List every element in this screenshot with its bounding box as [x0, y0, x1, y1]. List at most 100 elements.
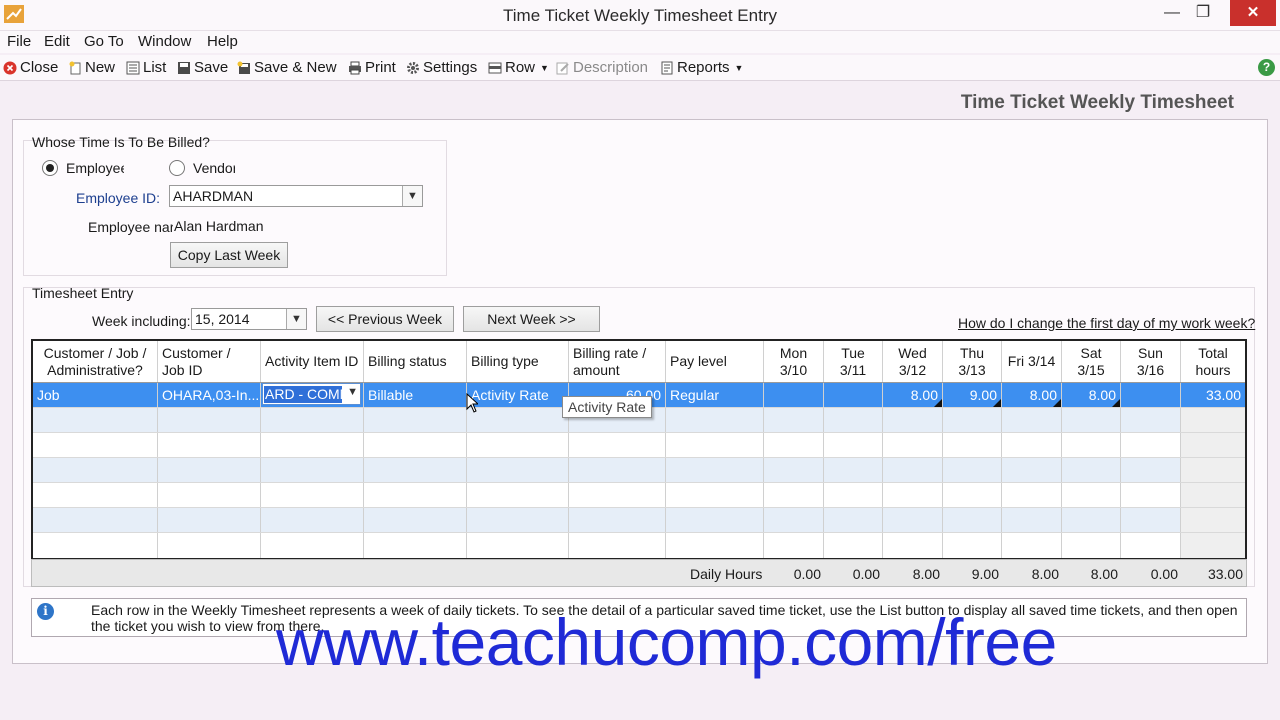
- col-header-thu[interactable]: Thu 3/13: [943, 341, 1002, 382]
- col-header-billing-type[interactable]: Billing type: [467, 341, 569, 382]
- table-row[interactable]: [33, 533, 1245, 558]
- menu-window[interactable]: Window: [138, 33, 191, 50]
- empty-cell[interactable]: [666, 533, 764, 558]
- empty-cell[interactable]: [1121, 483, 1181, 507]
- cell-billing-type[interactable]: Activity Rate: [467, 383, 569, 407]
- cell-pay-level[interactable]: Regular: [666, 383, 764, 407]
- col-header-pay-level[interactable]: Pay level: [666, 341, 764, 382]
- empty-cell[interactable]: [1121, 433, 1181, 457]
- empty-cell[interactable]: [824, 483, 883, 507]
- empty-cell[interactable]: [1002, 408, 1062, 432]
- first-day-help-link[interactable]: How do I change the first day of my work…: [958, 315, 1255, 331]
- table-row[interactable]: [33, 483, 1245, 508]
- col-header-activity-item-id[interactable]: Activity Item ID: [261, 341, 364, 382]
- empty-cell[interactable]: [1002, 508, 1062, 532]
- empty-cell[interactable]: [943, 433, 1002, 457]
- empty-cell[interactable]: [824, 458, 883, 482]
- cell-sun[interactable]: [1121, 383, 1181, 407]
- close-window-button[interactable]: ✕: [1230, 0, 1276, 26]
- empty-cell[interactable]: [1002, 533, 1062, 558]
- empty-cell[interactable]: [569, 533, 666, 558]
- empty-cell[interactable]: [158, 458, 261, 482]
- empty-cell[interactable]: [883, 408, 943, 432]
- empty-cell[interactable]: [364, 483, 467, 507]
- empty-cell[interactable]: [364, 533, 467, 558]
- cell-thu[interactable]: 9.00: [943, 383, 1002, 407]
- empty-cell[interactable]: [467, 458, 569, 482]
- empty-cell[interactable]: [467, 533, 569, 558]
- empty-cell[interactable]: [1121, 458, 1181, 482]
- empty-cell[interactable]: [158, 508, 261, 532]
- empty-cell[interactable]: [943, 483, 1002, 507]
- table-row[interactable]: [33, 508, 1245, 533]
- empty-cell[interactable]: [261, 508, 364, 532]
- table-row[interactable]: [33, 433, 1245, 458]
- menu-file[interactable]: File: [7, 33, 31, 50]
- col-header-mon[interactable]: Mon 3/10: [764, 341, 824, 382]
- empty-cell[interactable]: [33, 433, 158, 457]
- empty-cell[interactable]: [261, 408, 364, 432]
- empty-cell[interactable]: [666, 483, 764, 507]
- chevron-down-icon[interactable]: ▼: [347, 386, 358, 398]
- menu-help[interactable]: Help: [207, 33, 238, 50]
- empty-cell[interactable]: [943, 408, 1002, 432]
- empty-cell[interactable]: [666, 508, 764, 532]
- empty-cell[interactable]: [467, 483, 569, 507]
- empty-cell[interactable]: [764, 433, 824, 457]
- empty-cell[interactable]: [33, 483, 158, 507]
- empty-cell[interactable]: [824, 508, 883, 532]
- cell-job-id[interactable]: OHARA,03-In...: [158, 383, 261, 407]
- col-header-total-hours[interactable]: Total hours: [1181, 341, 1245, 382]
- col-header-sat[interactable]: Sat 3/15: [1062, 341, 1121, 382]
- empty-cell[interactable]: [364, 408, 467, 432]
- empty-cell[interactable]: [764, 533, 824, 558]
- list-button[interactable]: List: [126, 59, 166, 76]
- empty-cell[interactable]: [1121, 408, 1181, 432]
- empty-cell[interactable]: [1121, 533, 1181, 558]
- empty-cell[interactable]: [883, 458, 943, 482]
- activity-item-value[interactable]: ARD - COMM: [264, 386, 342, 403]
- print-button[interactable]: Print: [348, 59, 396, 76]
- table-row[interactable]: [33, 458, 1245, 483]
- empty-cell[interactable]: [569, 508, 666, 532]
- empty-cell[interactable]: [824, 408, 883, 432]
- empty-cell[interactable]: [666, 408, 764, 432]
- empty-cell[interactable]: [1002, 458, 1062, 482]
- employee-id-combo[interactable]: AHARDMAN ▼: [169, 185, 423, 207]
- empty-cell[interactable]: [1002, 483, 1062, 507]
- empty-cell[interactable]: [33, 508, 158, 532]
- description-button[interactable]: Description: [556, 59, 648, 76]
- empty-cell[interactable]: [261, 533, 364, 558]
- empty-cell[interactable]: [569, 483, 666, 507]
- cell-sat[interactable]: 8.00: [1062, 383, 1121, 407]
- empty-cell[interactable]: [364, 508, 467, 532]
- chevron-down-icon[interactable]: ▼: [402, 186, 422, 206]
- empty-cell[interactable]: [824, 533, 883, 558]
- empty-cell[interactable]: [158, 533, 261, 558]
- cell-fri[interactable]: 8.00: [1002, 383, 1062, 407]
- empty-cell[interactable]: [883, 508, 943, 532]
- empty-cell[interactable]: [261, 433, 364, 457]
- next-week-button[interactable]: Next Week >>: [463, 306, 600, 332]
- col-header-customer-job-admin[interactable]: Customer / Job / Administrative?: [33, 341, 158, 382]
- empty-cell[interactable]: [467, 408, 569, 432]
- col-header-fri[interactable]: Fri 3/14: [1002, 341, 1062, 382]
- week-date-combo[interactable]: 15, 2014 ▼: [191, 308, 307, 330]
- previous-week-button[interactable]: << Previous Week: [316, 306, 454, 332]
- empty-cell[interactable]: [33, 408, 158, 432]
- empty-cell[interactable]: [1062, 533, 1121, 558]
- maximize-button[interactable]: ❐: [1183, 0, 1223, 26]
- empty-cell[interactable]: [764, 483, 824, 507]
- col-header-billing-status[interactable]: Billing status: [364, 341, 467, 382]
- empty-cell[interactable]: [824, 433, 883, 457]
- empty-cell[interactable]: [33, 458, 158, 482]
- save-new-button[interactable]: Save & New: [237, 59, 337, 76]
- empty-cell[interactable]: [467, 433, 569, 457]
- empty-cell[interactable]: [943, 458, 1002, 482]
- empty-cell[interactable]: [764, 458, 824, 482]
- empty-cell[interactable]: [364, 433, 467, 457]
- empty-cell[interactable]: [158, 483, 261, 507]
- empty-cell[interactable]: [261, 458, 364, 482]
- empty-cell[interactable]: [158, 433, 261, 457]
- empty-cell[interactable]: [883, 433, 943, 457]
